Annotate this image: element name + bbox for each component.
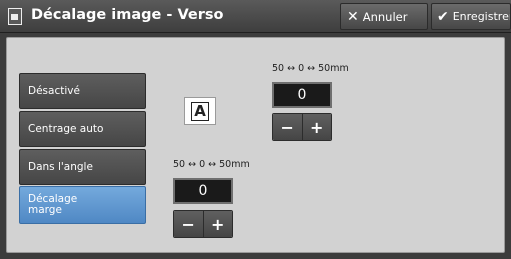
option-corner[interactable]: Dans l'angle: [19, 149, 146, 185]
bottom-shift-minus-button[interactable]: −: [174, 211, 203, 237]
option-off[interactable]: Désactivé: [19, 73, 146, 109]
bottom-shift-stepper: − +: [173, 210, 233, 238]
save-label: Enregistrer: [452, 10, 511, 23]
option-label: Désactivé: [28, 85, 80, 97]
page-title: Décalage image - Verso: [31, 7, 224, 23]
title-bar: Décalage image - Verso ✕ Annuler ✔ Enreg…: [0, 0, 511, 33]
top-shift-minus-button[interactable]: −: [273, 114, 302, 140]
settings-panel: Désactivé Centrage auto Dans l'angle Déc…: [6, 37, 505, 253]
save-button[interactable]: ✔ Enregistrer: [431, 3, 511, 30]
cancel-label: Annuler: [362, 9, 408, 24]
page-preview-icon: A: [184, 97, 216, 125]
top-shift-value[interactable]: 0: [272, 82, 332, 108]
letter-a-icon: A: [191, 101, 209, 121]
option-auto-center[interactable]: Centrage auto: [19, 111, 146, 147]
cancel-button[interactable]: ✕ Annuler: [340, 3, 428, 30]
option-margin-shift[interactable]: Décalage marge: [19, 186, 146, 224]
top-shift-stepper: − +: [272, 113, 332, 141]
option-label: Décalage marge: [28, 193, 78, 216]
top-shift-range: 50 ↔ 0 ↔ 50mm: [272, 63, 349, 74]
bottom-shift-plus-button[interactable]: +: [202, 211, 232, 237]
close-icon: ✕: [347, 8, 359, 25]
bottom-shift-value[interactable]: 0: [173, 178, 233, 204]
checkmark-icon: ✔: [437, 8, 449, 25]
option-label: Dans l'angle: [28, 161, 93, 173]
image-shift-icon: [8, 8, 22, 25]
bottom-shift-range: 50 ↔ 0 ↔ 50mm: [173, 159, 250, 170]
option-label: Centrage auto: [28, 123, 104, 135]
top-shift-plus-button[interactable]: +: [301, 114, 331, 140]
